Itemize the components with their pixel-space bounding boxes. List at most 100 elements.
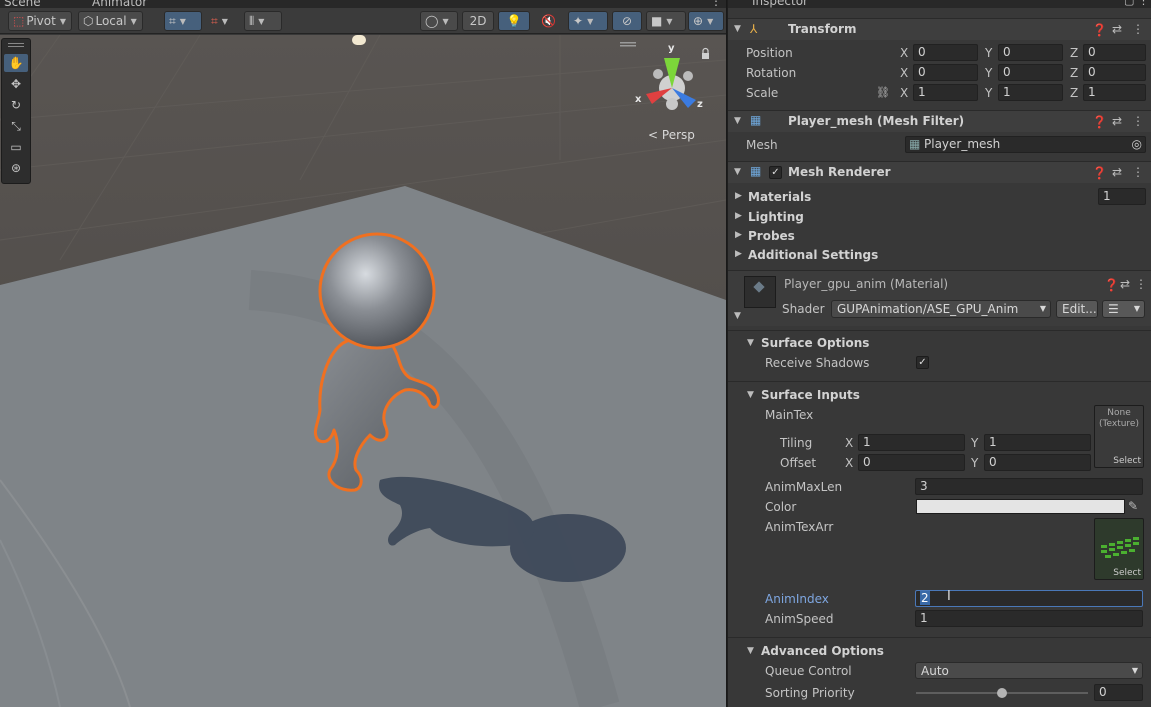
foldout-arrow-icon[interactable]: ▼	[747, 646, 754, 656]
foldout-arrow-icon[interactable]: ▼	[734, 116, 741, 126]
rotate-tool[interactable]: ↻	[4, 96, 28, 114]
preset-icon[interactable]: ⇄	[1112, 114, 1122, 128]
panel-menu-icon[interactable]: ⋮	[1138, 0, 1149, 7]
rect-tool[interactable]: ▭	[4, 138, 28, 156]
palette-handle[interactable]	[8, 43, 24, 44]
chevron-down-icon: ▼	[1131, 666, 1138, 675]
materials-row[interactable]: ▶ Materials 1	[728, 187, 1151, 207]
text-cursor-icon: I	[947, 589, 951, 604]
2d-toggle[interactable]: 2D	[462, 11, 494, 31]
help-icon[interactable]: ❓	[1104, 278, 1119, 292]
materials-count-field[interactable]: 1	[1098, 188, 1146, 205]
rotation-x-field[interactable]: 0	[913, 64, 978, 81]
scale-z-field[interactable]: 1	[1083, 84, 1146, 101]
local-dropdown[interactable]: ⬡ Local ▼	[78, 11, 143, 31]
context-menu-icon[interactable]: ⋮	[1132, 114, 1144, 128]
audio-toggle[interactable]: 🔇	[536, 11, 562, 31]
snap-increment-button[interactable]: ⌗ ▼	[206, 11, 242, 31]
foldout-arrow-icon[interactable]: ▼	[734, 311, 741, 321]
foldout-right-icon[interactable]: ▶	[735, 249, 742, 259]
rotation-z-field[interactable]: 0	[1083, 64, 1146, 81]
receive-shadows-checkbox[interactable]: ✓	[916, 356, 929, 369]
foldout-right-icon[interactable]: ▶	[735, 211, 742, 221]
scale-x-field[interactable]: 1	[913, 84, 978, 101]
tiling-x-field[interactable]: 1	[858, 434, 965, 451]
surface-options-header[interactable]: ▼ Surface Options	[728, 333, 1151, 353]
lighting-row[interactable]: ▶ Lighting	[728, 207, 1151, 227]
advanced-options-title: Advanced Options	[761, 644, 884, 658]
tab-inspector[interactable]: Inspector	[752, 0, 808, 8]
overlay-handle[interactable]	[620, 42, 636, 44]
offset-x-field[interactable]: 0	[858, 454, 965, 471]
color-swatch[interactable]	[916, 499, 1125, 514]
draw-mode-dropdown[interactable]: ◯ ▼	[420, 11, 458, 31]
context-menu-icon[interactable]: ⋮	[1135, 277, 1147, 291]
scale-icon: ⤡	[11, 118, 21, 133]
mesh-object-field[interactable]: ▦ Player_mesh ◎	[905, 136, 1146, 153]
visibility-toggle[interactable]: ⊘	[612, 11, 642, 31]
eyedropper-icon[interactable]: ✎	[1128, 499, 1138, 513]
context-menu-icon[interactable]: ⋮	[1132, 165, 1144, 179]
foldout-right-icon[interactable]: ▶	[735, 191, 742, 201]
transform-header[interactable]: ▼ ⅄ Transform ❓ ⇄ ⋮	[728, 18, 1151, 40]
edit-shader-button[interactable]: Edit...	[1056, 300, 1098, 318]
persp-toggle[interactable]: < Persp	[648, 128, 695, 142]
mesh-renderer-enabled-checkbox[interactable]: ✓	[769, 166, 782, 179]
align-button[interactable]: ⦀ ▼	[244, 11, 282, 31]
sorting-priority-field[interactable]: 0	[1094, 684, 1143, 701]
gizmos-dropdown[interactable]: ⊕ ▼	[688, 11, 724, 31]
position-x-field[interactable]: 0	[913, 44, 978, 61]
mesh-renderer-header[interactable]: ▼ ▦ ✓ Mesh Renderer ❓ ⇄ ⋮	[728, 161, 1151, 183]
camera-dropdown[interactable]: ■ ▼	[646, 11, 686, 31]
tab-animator[interactable]: Animator	[92, 0, 147, 8]
sorting-priority-slider-thumb[interactable]	[997, 688, 1007, 698]
help-icon[interactable]: ❓	[1092, 23, 1107, 37]
shader-options-button[interactable]: ☰ ▼	[1102, 300, 1145, 318]
tab-scene[interactable]: Scene	[4, 0, 41, 8]
maximize-icon[interactable]: ▢	[1124, 0, 1134, 7]
effects-dropdown[interactable]: ✦ ▼	[568, 11, 608, 31]
shader-dropdown[interactable]: GUPAnimation/ASE_GPU_Anim ▼	[831, 300, 1051, 318]
scale-y-field[interactable]: 1	[998, 84, 1063, 101]
scale-tool[interactable]: ⤡	[4, 117, 28, 135]
object-picker-icon[interactable]: ◎	[1132, 137, 1142, 152]
queue-control-dropdown[interactable]: Auto ▼	[915, 662, 1143, 679]
tiling-y-field[interactable]: 1	[984, 434, 1091, 451]
help-icon[interactable]: ❓	[1092, 115, 1107, 129]
preset-icon[interactable]: ⇄	[1120, 277, 1130, 291]
animspeed-field[interactable]: 1	[915, 610, 1143, 627]
chevron-down-icon: ▼	[442, 16, 449, 26]
preset-icon[interactable]: ⇄	[1112, 165, 1122, 179]
grid-snap-toggle[interactable]: ⌗ ▼	[164, 11, 202, 31]
lighting-toggle[interactable]: 💡	[498, 11, 530, 31]
additional-settings-row[interactable]: ▶ Additional Settings	[728, 245, 1151, 265]
hand-tool[interactable]: ✋	[4, 54, 28, 72]
animtexarr-slot[interactable]: Select	[1094, 518, 1144, 580]
link-scale-icon[interactable]: ⛓	[876, 86, 890, 99]
preset-icon[interactable]: ⇄	[1112, 22, 1122, 36]
position-z-field[interactable]: 0	[1083, 44, 1146, 61]
offset-y-field[interactable]: 0	[984, 454, 1091, 471]
axis-x-label: X	[900, 46, 909, 60]
foldout-arrow-icon[interactable]: ▼	[747, 390, 754, 400]
surface-inputs-header[interactable]: ▼ Surface Inputs	[728, 385, 1151, 405]
foldout-arrow-icon[interactable]: ▼	[747, 338, 754, 348]
transform-tool[interactable]: ⊛	[4, 159, 28, 177]
help-icon[interactable]: ❓	[1092, 166, 1107, 180]
foldout-right-icon[interactable]: ▶	[735, 230, 742, 240]
pivot-dropdown[interactable]: ⬚ Pivot ▼	[8, 11, 72, 31]
animtexarr-select-button[interactable]: Select	[1113, 568, 1141, 578]
probes-row[interactable]: ▶ Probes	[728, 226, 1151, 246]
move-tool[interactable]: ✥	[4, 75, 28, 93]
scene-viewport[interactable]	[0, 35, 726, 707]
foldout-arrow-icon[interactable]: ▼	[734, 24, 741, 34]
rotation-y-field[interactable]: 0	[998, 64, 1063, 81]
context-menu-icon[interactable]: ⋮	[1132, 22, 1144, 36]
foldout-arrow-icon[interactable]: ▼	[734, 167, 741, 177]
mesh-filter-header[interactable]: ▼ ▦ Player_mesh (Mesh Filter) ❓ ⇄ ⋮	[728, 110, 1151, 132]
position-y-field[interactable]: 0	[998, 44, 1063, 61]
animmaxlen-field[interactable]: 3	[915, 478, 1143, 495]
sorting-priority-row: Sorting Priority 0	[728, 683, 1151, 703]
advanced-options-header[interactable]: ▼ Advanced Options	[728, 641, 1151, 661]
tab-menu-icon[interactable]: ⋮	[710, 0, 722, 8]
